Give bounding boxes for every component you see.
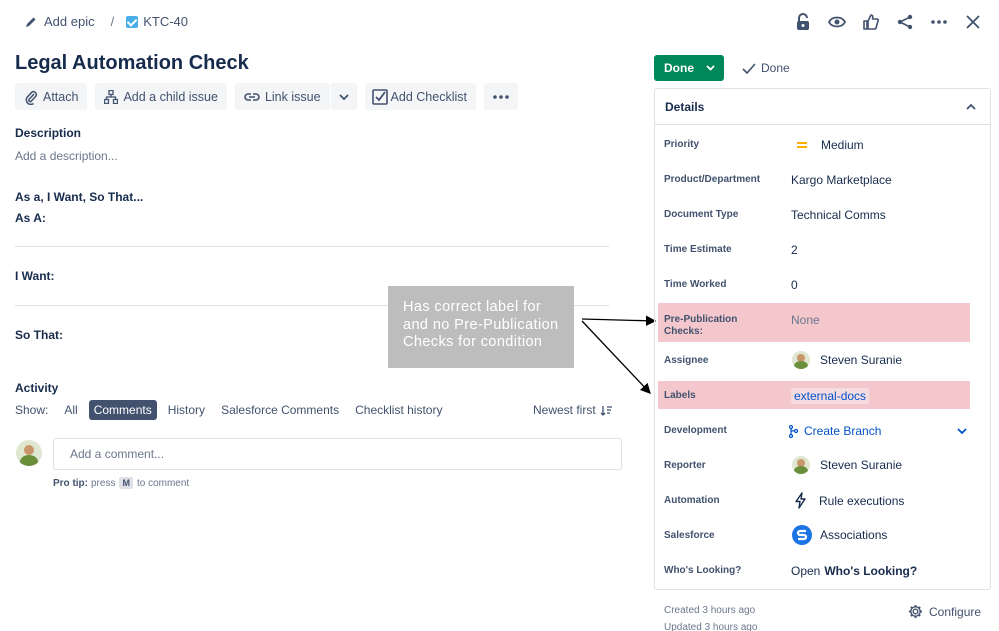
resolution-label: Done bbox=[761, 61, 790, 75]
whos-looking-prefix: Open bbox=[791, 564, 821, 578]
chevron-down-icon bbox=[706, 65, 715, 71]
product-label: Product/Department bbox=[664, 174, 761, 185]
whos-looking-label: Who's Looking? bbox=[664, 565, 742, 576]
time-worked-value[interactable]: 0 bbox=[791, 278, 798, 292]
development-label: Development bbox=[664, 425, 727, 436]
details-heading: Details bbox=[665, 99, 705, 114]
assignee-value[interactable]: Steven Suranie bbox=[792, 351, 902, 369]
chevron-up-icon bbox=[966, 103, 976, 110]
time-estimate-label: Time Estimate bbox=[664, 244, 732, 255]
priority-text: Medium bbox=[821, 138, 864, 152]
status-label: Done bbox=[664, 61, 694, 75]
salesforce-label: Salesforce bbox=[664, 530, 715, 541]
reporter-name: Steven Suranie bbox=[820, 458, 903, 472]
details-header[interactable]: Details bbox=[655, 89, 990, 125]
status-dropdown[interactable]: Done bbox=[654, 55, 724, 81]
chevron-down-icon[interactable] bbox=[957, 428, 967, 434]
prepub-label: Pre-Publication Checks: bbox=[664, 314, 738, 337]
branch-icon bbox=[789, 424, 798, 438]
salesforce-icon bbox=[792, 525, 812, 545]
prepub-value[interactable]: None bbox=[791, 313, 820, 327]
priority-value[interactable]: Medium bbox=[796, 138, 864, 152]
avatar bbox=[792, 456, 810, 474]
lightning-icon bbox=[795, 492, 806, 509]
labels-label: Labels bbox=[664, 390, 696, 401]
salesforce-text: Associations bbox=[820, 528, 888, 542]
whos-looking-value[interactable]: Open Who's Looking? bbox=[791, 564, 917, 578]
automation-text: Rule executions bbox=[819, 493, 905, 508]
label-chip[interactable]: external-docs bbox=[791, 388, 870, 404]
configure-label: Configure bbox=[929, 604, 982, 619]
configure-button[interactable]: Configure bbox=[908, 604, 981, 619]
priority-medium-icon bbox=[797, 142, 807, 148]
doctype-value[interactable]: Technical Comms bbox=[791, 208, 886, 222]
time-estimate-value[interactable]: 2 bbox=[791, 243, 798, 257]
resolution: Done bbox=[742, 61, 790, 75]
doctype-label: Document Type bbox=[664, 209, 739, 220]
check-icon bbox=[742, 62, 756, 74]
reporter-value[interactable]: Steven Suranie bbox=[792, 456, 902, 474]
create-branch-label: Create Branch bbox=[804, 424, 882, 438]
whos-looking-link[interactable]: Who's Looking? bbox=[824, 564, 917, 578]
assignee-label: Assignee bbox=[664, 355, 709, 366]
reporter-label: Reporter bbox=[664, 460, 706, 471]
labels-value[interactable]: external-docs bbox=[791, 388, 870, 404]
salesforce-value[interactable]: Associations bbox=[792, 525, 887, 545]
create-branch-link[interactable]: Create Branch bbox=[789, 424, 881, 438]
avatar bbox=[792, 351, 810, 369]
created-timestamp: Created 3 hours ago bbox=[664, 605, 756, 616]
updated-timestamp: Updated 3 hours ago bbox=[664, 622, 758, 631]
gear-icon bbox=[908, 604, 923, 619]
product-value[interactable]: Kargo Marketplace bbox=[791, 173, 892, 187]
priority-label: Priority bbox=[664, 139, 700, 150]
automation-label: Automation bbox=[664, 495, 720, 506]
automation-value[interactable]: Rule executions bbox=[795, 492, 904, 509]
assignee-name: Steven Suranie bbox=[820, 353, 903, 367]
time-worked-label: Time Worked bbox=[664, 279, 727, 290]
